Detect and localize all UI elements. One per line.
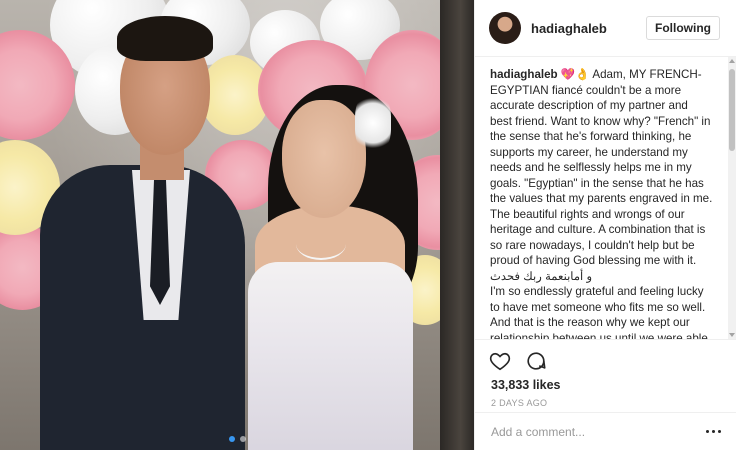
groom-hair [117, 16, 213, 61]
curtain [440, 0, 474, 450]
carousel-dot [239, 436, 246, 442]
post-actions [475, 339, 736, 376]
more-options-icon[interactable] [704, 425, 722, 439]
carousel-indicator [0, 436, 474, 442]
carousel-dot-active [228, 436, 235, 442]
like-count[interactable]: 33,833 likes [475, 376, 736, 392]
caption-line: و أمابنعمة ربك فحدث [490, 269, 593, 283]
caption-scrollbar[interactable] [728, 57, 736, 339]
caption-line: the sense that he's forward thinking, he [490, 130, 692, 143]
caption-line: Adam, MY FRENCH- [592, 68, 702, 81]
caption-line: relationship between us until we were ab… [490, 331, 708, 340]
post-date[interactable]: 2 DAYS AGO [475, 392, 736, 408]
caption-line: the values that my parents engraved in m… [490, 192, 713, 205]
caption-username[interactable]: hadiaghaleb [490, 68, 558, 81]
heart-icon[interactable] [489, 350, 511, 372]
caption-line: EGYPTIAN fiancé couldn't be a more [490, 83, 682, 97]
avatar[interactable] [489, 12, 521, 44]
caption-scroll-area[interactable]: hadiaghaleb 💖👌 Adam, MY FRENCH- EGYPTIAN… [475, 57, 736, 339]
post-side-panel: hadiaghaleb Following hadiaghaleb 💖👌 Ada… [474, 0, 736, 450]
scroll-down-icon[interactable] [729, 333, 735, 337]
bride-dress [248, 262, 413, 450]
bride-hair-accessory [355, 92, 391, 154]
caption-line: accurate description of my partner and [490, 99, 688, 112]
post-photo[interactable] [0, 0, 474, 450]
caption-line: goals. "Egyptian" in the sense that he h… [490, 176, 704, 190]
comment-input[interactable] [491, 424, 704, 439]
caption-line: supports my career, he understand my [490, 145, 688, 159]
scroll-up-icon[interactable] [729, 59, 735, 63]
caption-line: I'm so endlessly grateful and feeling lu… [490, 285, 704, 298]
following-button[interactable]: Following [646, 16, 720, 40]
caption-emoji: 💖👌 [560, 68, 590, 81]
post-username[interactable]: hadiaghaleb [531, 21, 646, 36]
caption-body: EGYPTIAN fiancé couldn't be a more accura… [490, 83, 716, 340]
post-caption: hadiaghaleb 💖👌 Adam, MY FRENCH- EGYPTIAN… [475, 57, 736, 339]
caption-line: And that is the reason why we kept our [490, 316, 690, 329]
caption-line: heritage and culture. A combination that… [490, 223, 706, 236]
caption-line: so rare nowadays, I couldn't help but be [490, 238, 695, 252]
comment-bar [475, 412, 736, 450]
comment-icon[interactable] [525, 350, 547, 372]
instagram-post: hadiaghaleb Following hadiaghaleb 💖👌 Ada… [0, 0, 736, 450]
bride-necklace [296, 228, 346, 260]
caption-line: proud of having God blessing me with it. [490, 254, 697, 267]
bride-face [282, 100, 366, 218]
scrollbar-thumb[interactable] [729, 69, 735, 151]
caption-line: best friend. Want to know why? "French" … [490, 114, 711, 128]
post-header: hadiaghaleb Following [475, 0, 736, 57]
caption-line: needs and he selflessly helps me in my [490, 161, 692, 174]
caption-first-line: hadiaghaleb 💖👌 Adam, MY FRENCH- [490, 67, 716, 83]
caption-line: to have met someone who fits me so well. [490, 300, 706, 314]
caption-line: The beautiful rights and wrongs of our [490, 207, 685, 221]
